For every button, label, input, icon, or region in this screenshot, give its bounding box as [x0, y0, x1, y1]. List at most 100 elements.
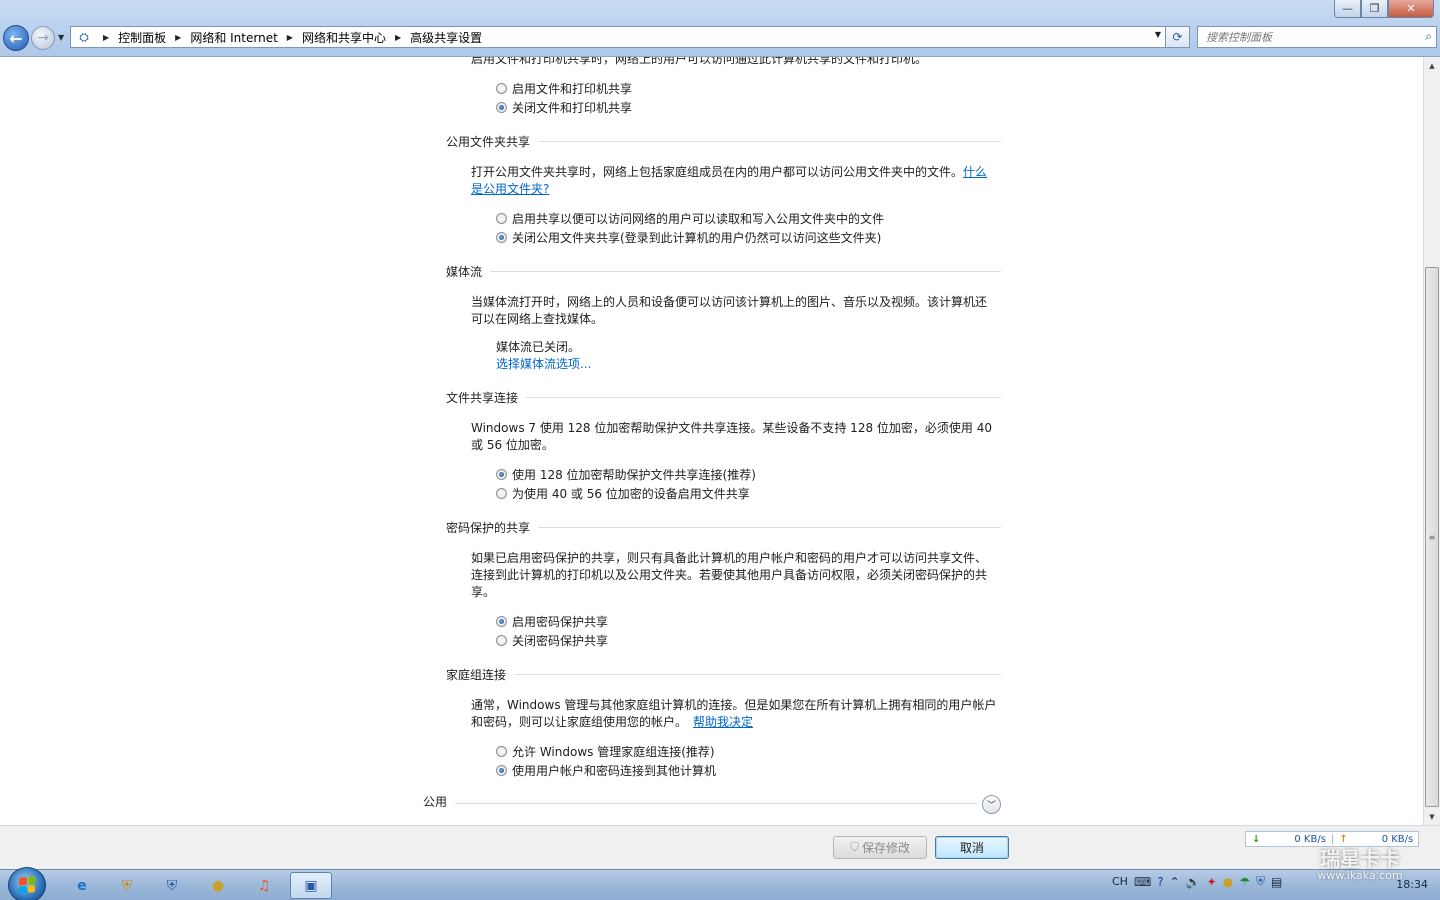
breadcrumb-separator-icon[interactable]: ▶	[287, 33, 293, 42]
help-me-decide-link[interactable]: 帮助我决定	[693, 715, 753, 729]
search-input[interactable]	[1198, 27, 1408, 47]
network-icon: ⛭	[79, 29, 89, 44]
public-folder-on-radio[interactable]: 启用共享以便可以访问网络的用户可以读取和写入公用文件夹中的文件	[496, 210, 884, 227]
breadcrumb-network-internet[interactable]: 网络和 Internet	[190, 29, 277, 46]
recent-pages-dropdown[interactable]: ▼	[58, 33, 64, 42]
printer-sharing-off-radio[interactable]: 关闭文件和打印机共享	[496, 99, 632, 116]
description-text: 打开公用文件夹共享时，网络上包括家庭组成员在内的用户都可以访问公用文件夹中的文件…	[471, 165, 964, 179]
breadcrumb-network-sharing-center[interactable]: 网络和共享中心	[302, 29, 386, 46]
homegroup-user-account-radio[interactable]: 使用用户帐户和密码连接到其他计算机	[496, 762, 716, 779]
close-button[interactable]: ✕	[1388, 0, 1434, 18]
tray-shield-icon[interactable]: ⛨	[1256, 874, 1265, 889]
what-is-public-folder-link-cont[interactable]: 是公用文件夹?	[471, 181, 549, 198]
radio-label: 关闭公用文件夹共享(登录到此计算机的用户仍然可以访问这些文件夹)	[512, 231, 882, 245]
save-changes-button[interactable]: ⛉ 保存修改	[833, 836, 927, 859]
network-tray-icon[interactable]: ▤	[1271, 875, 1282, 889]
section-divider	[526, 397, 1001, 398]
homegroup-description-line1: 通常，Windows 管理与其他家庭组计算机的连接。但是如果您在所有计算机上拥有…	[471, 698, 997, 712]
password-description-line3: 享。	[471, 585, 496, 599]
password-description-line2: 连接到此计算机的打印机以及公用文件夹。若要使其他用户具备访问权限，必须关闭密码保…	[471, 568, 988, 582]
download-arrow-icon: ↓	[1252, 833, 1261, 845]
maximize-button[interactable]: ❐	[1361, 0, 1388, 18]
vertical-scrollbar[interactable]: ▲ ≡ ▼	[1423, 57, 1440, 825]
media-status-text: 媒体流已关闭。	[496, 340, 581, 354]
system-tray: CH ⌨ ? ⌃ 🔈 ✦ ● ☂ ⛨ ▤	[1112, 874, 1282, 889]
window-titlebar: — ❐ ✕ ← → ▼ ⛭ ▶ 控制面板 ▶ 网络和 Internet ▶ 网络…	[0, 0, 1440, 57]
media-description-line1: 当媒体流打开时，网络上的人员和设备便可以访问该计算机上的图片、音乐以及视频。该计…	[471, 295, 988, 309]
breadcrumb-separator-icon[interactable]: ▶	[103, 33, 109, 42]
help-icon[interactable]: ?	[1157, 875, 1163, 889]
encryption-40-56-radio[interactable]: 为使用 40 或 56 位加密的设备启用文件共享	[496, 485, 750, 502]
radio-label: 为使用 40 或 56 位加密的设备启用文件共享	[512, 487, 750, 501]
radio-label: 使用 128 位加密帮助保护文件共享连接(推荐)	[512, 468, 756, 482]
public-profile-heading[interactable]: 公用	[423, 793, 447, 810]
breadcrumb-separator-icon[interactable]: ▶	[175, 33, 181, 42]
tray-expand-icon[interactable]: ⌃	[1170, 875, 1180, 889]
homegroup-heading: 家庭组连接	[446, 668, 507, 682]
window-controls: — ❐ ✕	[1334, 0, 1434, 18]
upload-arrow-icon: ↑	[1339, 833, 1348, 845]
taskbar-firewall-icon[interactable]: ⛨	[152, 872, 192, 899]
forward-button[interactable]: →	[31, 26, 55, 50]
breadcrumb-separator-icon[interactable]: ▶	[395, 33, 401, 42]
download-speed: 0 KB/s	[1294, 833, 1326, 845]
address-dropdown-icon[interactable]: ▼	[1155, 30, 1161, 39]
scroll-down-arrow-icon[interactable]: ▼	[1424, 808, 1440, 825]
taskbar: e ⛨ ⛨ ● ♫ ▣ CH ⌨ ? ⌃ 🔈 ✦ ● ☂ ⛨ ▤ 18:34	[0, 867, 1440, 900]
section-divider	[455, 803, 977, 804]
what-is-public-folder-link[interactable]: 什么	[963, 165, 987, 179]
media-description-line2: 可以在网络上查找媒体。	[471, 312, 604, 326]
public-folder-heading: 公用文件夹共享	[446, 135, 531, 149]
radio-icon	[496, 83, 507, 94]
command-bar: ⛉ 保存修改 取消 ↓ 0 KB/s | ↑ 0 KB/s	[0, 825, 1440, 869]
keyboard-icon[interactable]: ⌨	[1134, 875, 1151, 889]
taskbar-app-orb-icon[interactable]: ●	[198, 872, 238, 899]
umbrella-icon[interactable]: ☂	[1239, 875, 1250, 889]
homegroup-windows-managed-radio[interactable]: 允许 Windows 管理家庭组连接(推荐)	[496, 743, 715, 760]
taskbar-ie-icon[interactable]: e	[62, 872, 102, 899]
section-divider	[514, 674, 1001, 675]
address-bar[interactable]: ⛭ ▶ 控制面板 ▶ 网络和 Internet ▶ 网络和共享中心 ▶ 高级共享…	[70, 26, 1166, 48]
back-button[interactable]: ←	[3, 25, 29, 51]
scroll-thumb[interactable]: ≡	[1425, 267, 1439, 807]
advanced-sharing-settings-content: 启用文件和打印机共享时，网络上的用户可以访问通过此计算机共享的文件和打印机。 启…	[0, 57, 1423, 825]
volume-icon[interactable]: 🔈	[1186, 875, 1201, 889]
refresh-button[interactable]: ⟳	[1166, 26, 1190, 48]
minimize-button[interactable]: —	[1334, 0, 1361, 18]
printer-sharing-on-radio[interactable]: 启用文件和打印机共享	[496, 80, 632, 97]
shield-icon: ⛉	[849, 840, 859, 854]
breadcrumb-control-panel[interactable]: 控制面板	[118, 29, 166, 46]
language-indicator[interactable]: CH	[1112, 875, 1128, 888]
button-label: 保存修改	[862, 841, 911, 855]
radio-label: 启用共享以便可以访问网络的用户可以读取和写入公用文件夹中的文件	[512, 212, 885, 226]
radio-label: 关闭密码保护共享	[512, 634, 609, 648]
scroll-up-arrow-icon[interactable]: ▲	[1424, 57, 1440, 74]
breadcrumb-advanced-sharing[interactable]: 高级共享设置	[410, 29, 482, 46]
start-button[interactable]	[8, 867, 46, 900]
printer-sharing-description: 启用文件和打印机共享时，网络上的用户可以访问通过此计算机共享的文件和打印机。	[471, 57, 928, 66]
public-folder-off-radio[interactable]: 关闭公用文件夹共享(登录到此计算机的用户仍然可以访问这些文件夹)	[496, 229, 881, 246]
antivirus-icon[interactable]: ✦	[1207, 875, 1217, 889]
password-description-line1: 如果已启用密码保护的共享，则只有具备此计算机的用户帐户和密码的用户才可以访问共享…	[471, 551, 988, 565]
file-sharing-heading: 文件共享连接	[446, 391, 519, 405]
taskbar-control-panel-icon[interactable]: ▣	[290, 872, 332, 899]
tray-app-icon[interactable]: ●	[1223, 875, 1233, 889]
expand-chevron-icon[interactable]: ﹀	[982, 795, 1001, 814]
radio-checked-icon	[496, 232, 507, 243]
search-box[interactable]: ⌕	[1197, 26, 1437, 48]
password-sharing-off-radio[interactable]: 关闭密码保护共享	[496, 632, 608, 649]
refresh-icon: ⟳	[1172, 30, 1183, 44]
radio-checked-icon	[496, 765, 507, 776]
search-icon[interactable]: ⌕	[1425, 29, 1432, 44]
encryption-128-radio[interactable]: 使用 128 位加密帮助保护文件共享连接(推荐)	[496, 466, 756, 483]
cancel-button[interactable]: 取消	[935, 836, 1009, 859]
radio-checked-icon	[496, 616, 507, 627]
password-sharing-on-radio[interactable]: 启用密码保护共享	[496, 613, 608, 630]
homegroup-description-line2: 和密码，则可以让家庭组使用您的帐户。 帮助我决定	[471, 714, 753, 731]
media-options-link[interactable]: 选择媒体流选项...	[496, 356, 591, 373]
taskbar-security-shield-icon[interactable]: ⛨	[107, 872, 147, 899]
radio-icon	[496, 488, 507, 499]
clock[interactable]: 18:34	[1396, 878, 1428, 891]
taskbar-music-icon[interactable]: ♫	[244, 872, 284, 899]
section-divider	[490, 271, 1001, 272]
